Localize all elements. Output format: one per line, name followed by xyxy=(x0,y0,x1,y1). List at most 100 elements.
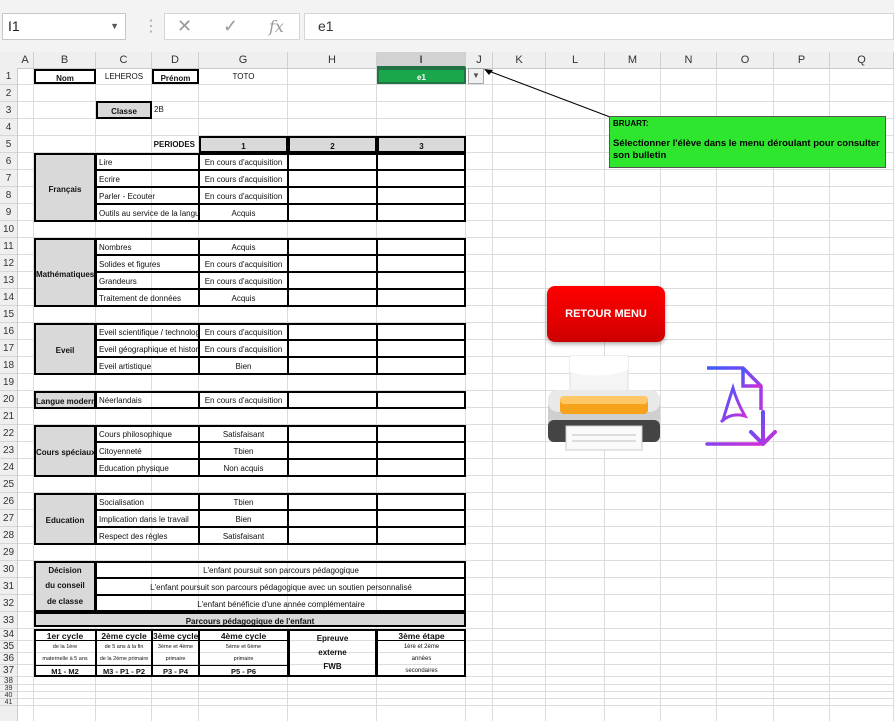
period-3-value[interactable] xyxy=(377,187,466,204)
period-2-value[interactable] xyxy=(288,323,377,340)
period-3-value[interactable] xyxy=(377,272,466,289)
section-title[interactable]: Education xyxy=(34,493,96,545)
row-header[interactable]: 38 xyxy=(0,677,17,685)
parcours-frame[interactable] xyxy=(34,629,466,677)
decision-label[interactable]: Décision du conseil de classe xyxy=(34,561,96,612)
row-header[interactable]: 33 xyxy=(0,612,17,629)
row-header[interactable]: 25 xyxy=(0,476,17,493)
period-1-value[interactable]: Tbien xyxy=(199,442,288,459)
prenom-label[interactable]: Prénom xyxy=(152,69,199,84)
period-3-value[interactable] xyxy=(377,340,466,357)
column-header[interactable]: D xyxy=(152,52,199,68)
row-header[interactable]: 13 xyxy=(0,272,17,289)
period-3-value[interactable] xyxy=(377,204,466,221)
period-1-value[interactable]: Acquis xyxy=(199,289,288,306)
period-1-value[interactable]: Acquis xyxy=(199,238,288,255)
period-1-value[interactable]: En cours d'acquisition xyxy=(199,255,288,272)
period-1-value[interactable]: Bien xyxy=(199,357,288,374)
period-1-value[interactable]: En cours d'acquisition xyxy=(199,170,288,187)
period-2-value[interactable] xyxy=(288,170,377,187)
nom-value[interactable]: LEHEROS xyxy=(96,69,152,84)
chevron-down-icon[interactable]: ▼ xyxy=(110,14,119,39)
function-icon[interactable]: fx xyxy=(269,14,284,39)
row-header[interactable]: 18 xyxy=(0,357,17,374)
period-1-value[interactable]: En cours d'acquisition xyxy=(199,391,288,408)
row-header[interactable]: 22 xyxy=(0,425,17,442)
competence-label[interactable]: Citoyenneté xyxy=(96,442,199,459)
row-header[interactable]: 8 xyxy=(0,187,17,204)
row-header[interactable]: 7 xyxy=(0,170,17,187)
period-2-value[interactable] xyxy=(288,153,377,170)
period-2-value[interactable] xyxy=(288,510,377,527)
period-2-value[interactable] xyxy=(288,391,377,408)
section-title[interactable]: Cours spéciaux xyxy=(34,425,96,477)
period-1-value[interactable]: En cours d'acquisition xyxy=(199,272,288,289)
row-header[interactable]: 11 xyxy=(0,238,17,255)
period-3-value[interactable] xyxy=(377,510,466,527)
period-1-value[interactable]: Satisfaisant xyxy=(199,527,288,544)
row-header[interactable]: 21 xyxy=(0,408,17,425)
column-header[interactable]: N xyxy=(661,52,717,68)
row-header[interactable]: 4 xyxy=(0,119,17,136)
formula-input[interactable]: e1 xyxy=(304,13,894,40)
row-header[interactable]: 16 xyxy=(0,323,17,340)
period-2-value[interactable] xyxy=(288,425,377,442)
row-header[interactable]: 28 xyxy=(0,527,17,544)
period-header[interactable]: 1 xyxy=(199,136,288,153)
row-header[interactable]: 3 xyxy=(0,102,17,119)
period-1-value[interactable]: En cours d'acquisition xyxy=(199,187,288,204)
row-header[interactable]: 15 xyxy=(0,306,17,323)
period-header[interactable]: 3 xyxy=(377,136,466,153)
row-header[interactable]: 19 xyxy=(0,374,17,391)
row-header[interactable]: 27 xyxy=(0,510,17,527)
period-2-value[interactable] xyxy=(288,527,377,544)
period-2-value[interactable] xyxy=(288,187,377,204)
column-header[interactable]: C xyxy=(96,52,152,68)
row-header[interactable]: 39 xyxy=(0,685,17,692)
period-2-value[interactable] xyxy=(288,255,377,272)
competence-label[interactable]: Implication dans le travail xyxy=(96,510,199,527)
period-1-value[interactable]: Tbien xyxy=(199,493,288,510)
period-1-value[interactable]: En cours d'acquisition xyxy=(199,323,288,340)
row-header[interactable]: 9 xyxy=(0,204,17,221)
row-header[interactable]: 2 xyxy=(0,85,17,102)
period-3-value[interactable] xyxy=(377,238,466,255)
row-header[interactable]: 24 xyxy=(0,459,17,476)
retour-menu-button[interactable]: RETOUR MENU xyxy=(547,286,665,342)
row-header[interactable]: 29 xyxy=(0,544,17,561)
period-1-value[interactable]: Non acquis xyxy=(199,459,288,476)
row-header[interactable]: 10 xyxy=(0,221,17,238)
period-2-value[interactable] xyxy=(288,357,377,374)
competence-label[interactable]: Eveil scientifique / technologique xyxy=(96,323,199,340)
decision-option[interactable]: L'enfant bénéficie d'une année complémen… xyxy=(96,595,466,612)
periodes-label[interactable]: PERIODES xyxy=(96,136,195,153)
period-2-value[interactable] xyxy=(288,204,377,221)
column-header[interactable]: O xyxy=(717,52,774,68)
competence-label[interactable]: Socialisation xyxy=(96,493,199,510)
classe-value[interactable]: 2B xyxy=(154,102,194,118)
period-2-value[interactable] xyxy=(288,238,377,255)
period-2-value[interactable] xyxy=(288,340,377,357)
competence-label[interactable]: Respect des règles xyxy=(96,527,199,544)
decision-option[interactable]: L'enfant poursuit son parcours pédagogiq… xyxy=(96,578,466,595)
period-1-value[interactable]: Satisfaisant xyxy=(199,425,288,442)
row-header[interactable]: 36 xyxy=(0,653,17,665)
competence-label[interactable]: Ecrire xyxy=(96,170,199,187)
period-3-value[interactable] xyxy=(377,442,466,459)
competence-label[interactable]: Education physique xyxy=(96,459,199,476)
competence-label[interactable]: Traitement de données xyxy=(96,289,199,306)
competence-label[interactable]: Outils au service de la langue xyxy=(96,204,199,221)
column-header[interactable]: P xyxy=(774,52,830,68)
row-header[interactable]: 12 xyxy=(0,255,17,272)
period-2-value[interactable] xyxy=(288,442,377,459)
row-header[interactable]: 26 xyxy=(0,493,17,510)
row-header[interactable]: 20 xyxy=(0,391,17,408)
row-header[interactable]: 5 xyxy=(0,136,17,153)
period-3-value[interactable] xyxy=(377,357,466,374)
period-3-value[interactable] xyxy=(377,255,466,272)
period-3-value[interactable] xyxy=(377,425,466,442)
column-header[interactable]: B xyxy=(34,52,96,68)
period-3-value[interactable] xyxy=(377,153,466,170)
prenom-value[interactable]: TOTO xyxy=(199,69,288,84)
period-3-value[interactable] xyxy=(377,493,466,510)
